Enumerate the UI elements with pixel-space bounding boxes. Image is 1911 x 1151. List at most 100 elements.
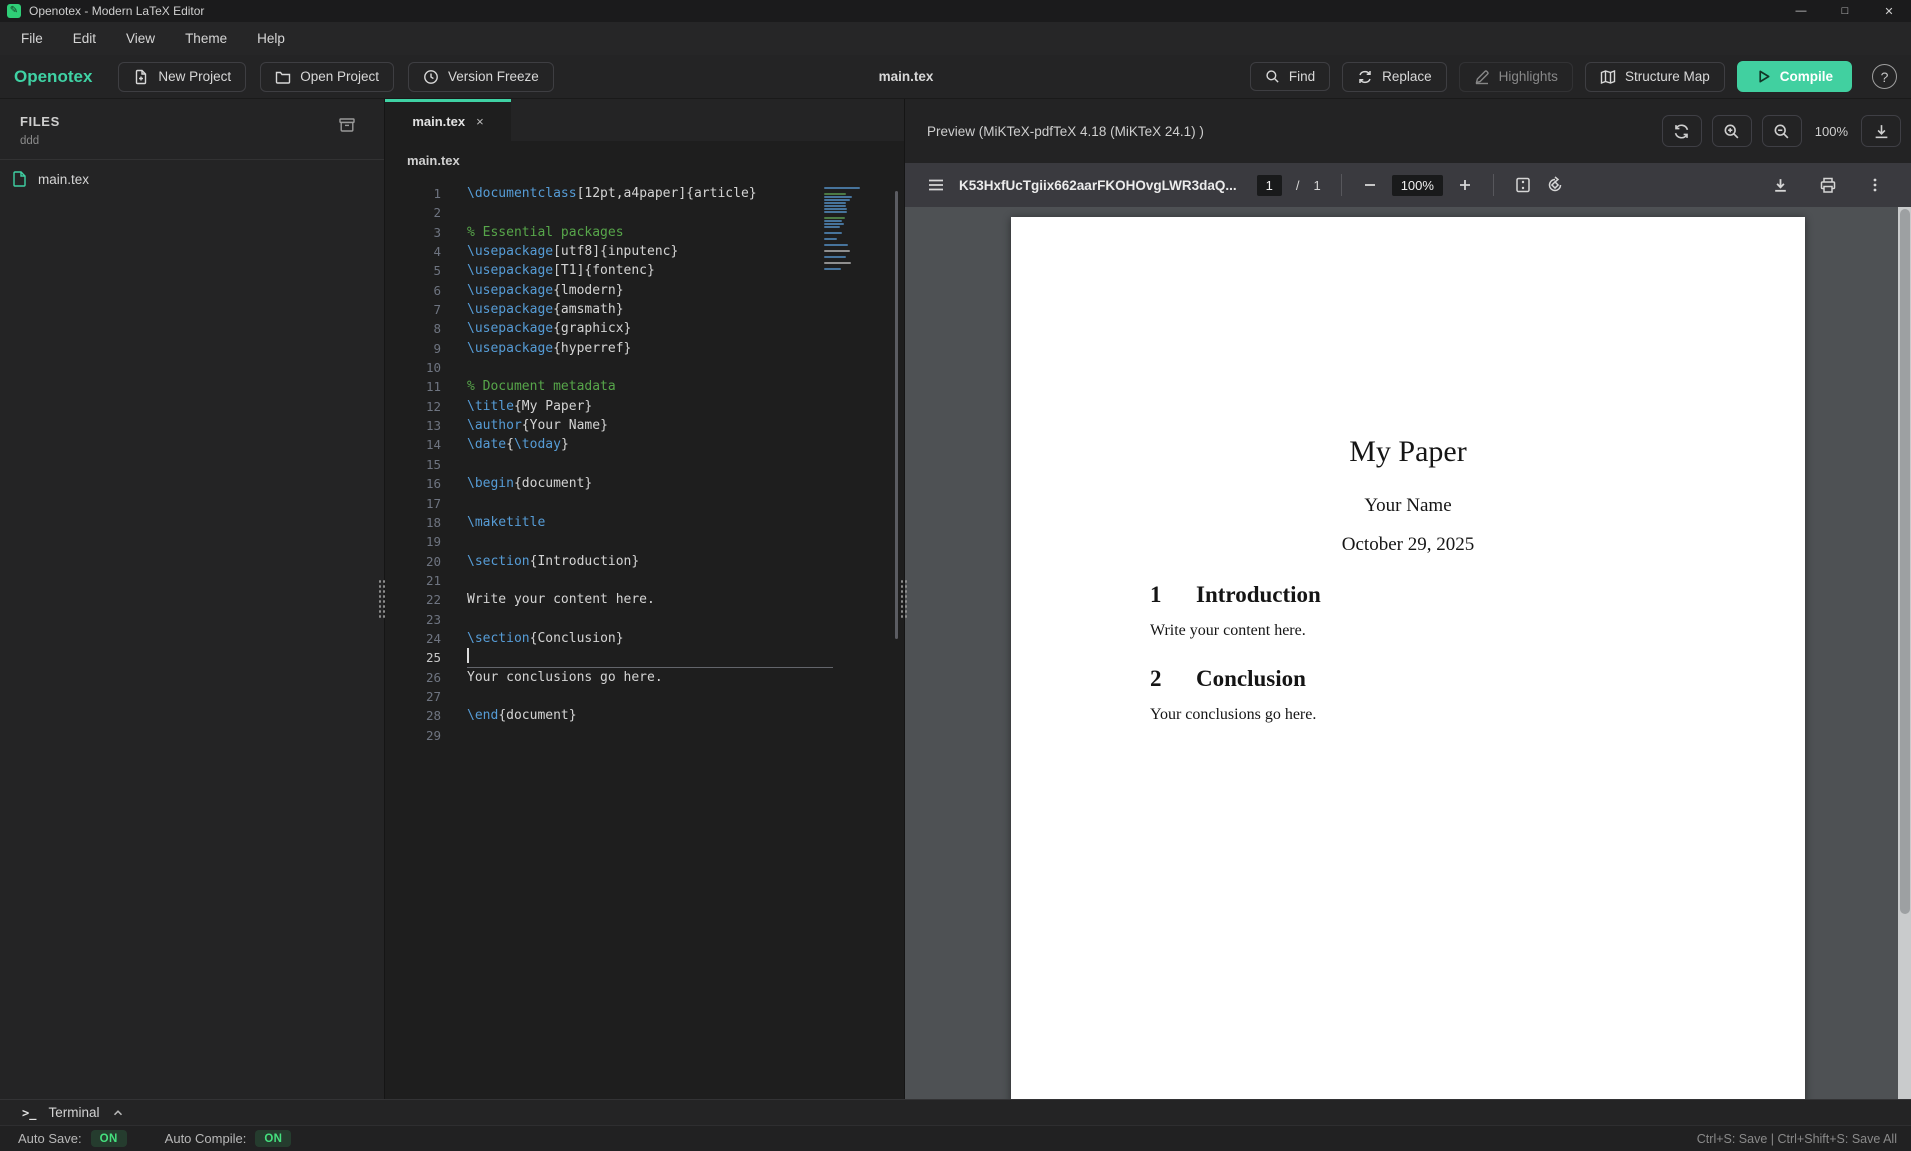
zoom-in-icon (1723, 123, 1740, 140)
maximize-button[interactable]: □ (1823, 0, 1867, 22)
status-bar: Auto Save: ON Auto Compile: ON Ctrl+S: S… (0, 1125, 1911, 1151)
pdf-viewer[interactable]: My Paper Your Name October 29, 2025 1 Int… (905, 207, 1911, 1099)
auto-save-label: Auto Save: (18, 1131, 82, 1146)
code-line[interactable]: 25 (385, 648, 904, 668)
sidebar-resize-handle[interactable] (378, 579, 386, 619)
close-button[interactable]: ✕ (1867, 0, 1911, 22)
menu-theme[interactable]: Theme (170, 31, 242, 46)
zoom-out-button[interactable] (1761, 115, 1802, 147)
replace-button[interactable]: Replace (1342, 61, 1447, 92)
page-divider: / (1295, 177, 1300, 193)
pdf-page: My Paper Your Name October 29, 2025 1 Int… (1011, 217, 1805, 1099)
fit-page-icon[interactable] (1514, 176, 1532, 194)
kebab-menu-icon[interactable] (1867, 177, 1883, 193)
menu-edit[interactable]: Edit (58, 31, 111, 46)
version-freeze-button[interactable]: Version Freeze (407, 61, 554, 92)
line-number: 28 (425, 708, 441, 724)
code-line[interactable]: 10 (385, 358, 904, 377)
find-button[interactable]: Find (1249, 62, 1331, 91)
preview-header-actions: 100% (1661, 115, 1901, 147)
code-line[interactable]: 15 (385, 455, 904, 474)
code-line[interactable]: 28 \end{document} (385, 706, 904, 725)
code-line[interactable]: 20 \section{Introduction} (385, 552, 904, 571)
pdf-zoom-level[interactable]: 100% (1391, 174, 1443, 196)
line-number: 18 (425, 514, 441, 530)
minimap[interactable] (824, 187, 864, 273)
zoom-in-plus-icon[interactable] (1457, 177, 1473, 193)
pdf-scrollbar[interactable] (1898, 207, 1911, 1099)
line-number: 19 (425, 534, 441, 550)
tab-close-icon[interactable]: × (476, 114, 484, 129)
pen-icon (1474, 69, 1490, 85)
code-line[interactable]: 26 Your conclusions go here. (385, 668, 904, 687)
swap-arrows-icon (1357, 69, 1373, 85)
zoom-in-button[interactable] (1711, 115, 1752, 147)
main-area: FILES ddd main.tex main.tex × main.tex 1… (0, 99, 1911, 1099)
line-number: 10 (425, 360, 441, 376)
refresh-button[interactable] (1661, 115, 1702, 147)
tab-main-tex[interactable]: main.tex × (385, 99, 511, 141)
zoom-out-minus-icon[interactable] (1362, 177, 1378, 193)
code-line[interactable]: 6 \usepackage{lmodern} (385, 281, 904, 300)
minimize-button[interactable]: ― (1779, 0, 1823, 22)
code-line[interactable]: 29 (385, 726, 904, 745)
structure-map-button[interactable]: Structure Map (1584, 61, 1725, 92)
code-line[interactable]: 23 (385, 610, 904, 629)
pdf-scrollbar-thumb[interactable] (1899, 209, 1910, 914)
code-line[interactable]: 27 (385, 687, 904, 706)
code-line[interactable]: 18 \maketitle (385, 513, 904, 532)
menu-file[interactable]: File (6, 31, 58, 46)
code-line[interactable]: 16 \begin{document} (385, 474, 904, 493)
code-line[interactable]: 11 % Document metadata (385, 377, 904, 396)
auto-compile-badge[interactable]: ON (255, 1130, 292, 1147)
auto-save-badge[interactable]: ON (90, 1130, 127, 1147)
menu-view[interactable]: View (111, 31, 170, 46)
file-item[interactable]: main.tex (0, 160, 384, 198)
terminal-bar[interactable]: >_ Terminal (0, 1099, 1911, 1125)
code-line[interactable]: 12 \title{My Paper} (385, 397, 904, 416)
code-line[interactable]: 7 \usepackage{amsmath} (385, 300, 904, 319)
code-line[interactable]: 21 (385, 571, 904, 590)
download-button[interactable] (1861, 115, 1901, 147)
new-project-button[interactable]: New Project (118, 61, 247, 92)
code-line[interactable]: 14 \date{\today} (385, 435, 904, 454)
code-line[interactable]: 24 \section{Conclusion} (385, 629, 904, 648)
pdf-section-heading: 1 Introduction (1150, 582, 1321, 607)
help-icon[interactable]: ? (1872, 64, 1897, 89)
code-line[interactable]: 19 (385, 532, 904, 551)
code-line[interactable]: 17 (385, 494, 904, 513)
menu-help[interactable]: Help (242, 31, 300, 46)
rotate-icon[interactable] (1546, 176, 1564, 194)
page-number-input[interactable]: 1 (1256, 174, 1282, 196)
file-name: main.tex (38, 171, 90, 187)
hamburger-icon[interactable] (927, 176, 945, 194)
open-project-button[interactable]: Open Project (260, 61, 394, 92)
line-content (467, 648, 469, 667)
line-number: 24 (425, 630, 441, 646)
clock-icon (423, 69, 439, 85)
pdf-doc-author: Your Name (1364, 495, 1452, 516)
highlights-button[interactable]: Highlights (1458, 61, 1573, 92)
code-editor[interactable]: 1 \documentclass[12pt,a4paper]{article} 2 3… (385, 179, 904, 1099)
preview-header: Preview (MiKTeX-pdfTeX 4.18 (MiKTeX 24.1… (905, 99, 1911, 163)
code-line[interactable]: 9 \usepackage{hyperref} (385, 339, 904, 358)
archive-box-icon[interactable] (338, 116, 356, 134)
editor-scrollbar[interactable] (895, 191, 898, 639)
line-number: 3 (433, 224, 441, 240)
zoom-out-icon (1773, 123, 1790, 140)
printer-icon[interactable] (1819, 176, 1837, 194)
line-number: 8 (433, 321, 441, 337)
file-list: main.tex (0, 160, 384, 198)
line-content: Write your content here. (467, 592, 655, 608)
compile-button[interactable]: Compile (1736, 61, 1852, 92)
code-line[interactable]: 8 \usepackage{graphicx} (385, 319, 904, 338)
app-window: ✎ Openotex - Modern LaTeX Editor ― □ ✕ F… (0, 0, 1911, 1151)
pdf-section: 1 Introduction Write your content here. (1150, 582, 1695, 640)
chevron-up-icon[interactable] (111, 1106, 125, 1120)
terminal-label: Terminal (48, 1105, 100, 1120)
code-line[interactable]: 22 Write your content here. (385, 590, 904, 609)
editor-resize-handle[interactable] (900, 579, 908, 619)
code-line[interactable]: 13 \author{Your Name} (385, 416, 904, 435)
pdf-download-icon[interactable] (1772, 177, 1789, 194)
line-content: \section{Introduction} (467, 553, 640, 569)
